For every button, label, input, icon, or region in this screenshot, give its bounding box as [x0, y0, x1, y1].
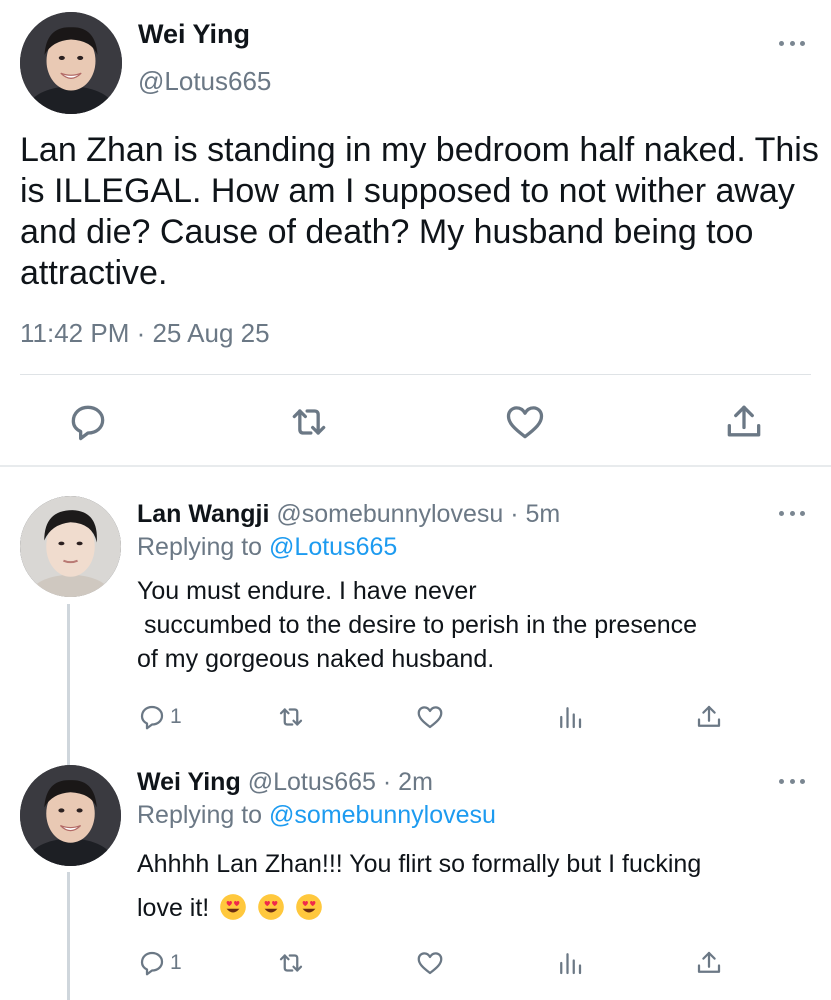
like-icon[interactable]	[503, 400, 547, 444]
avatar-image	[20, 496, 121, 597]
reply-text-line: of my gorgeous naked husband.	[137, 645, 495, 673]
reply-time[interactable]: · 5m	[510, 500, 560, 528]
avatar-wei-ying[interactable]	[20, 765, 121, 866]
more-options-icon[interactable]	[779, 776, 805, 786]
reply-header: Lan Wangji @somebunnylovesu · 5m	[137, 500, 560, 529]
share-icon[interactable]	[722, 400, 766, 444]
share-button[interactable]	[694, 701, 724, 733]
heart-eyes-emoji	[257, 893, 285, 921]
reply-button[interactable]: 1	[137, 947, 182, 979]
section-divider	[0, 465, 831, 467]
author-handle[interactable]: @Lotus665	[248, 768, 376, 796]
retweet-icon	[279, 708, 303, 726]
retweet-button[interactable]	[276, 947, 306, 979]
retweet-button[interactable]	[276, 701, 306, 733]
replying-to-link[interactable]: @Lotus665	[269, 533, 397, 561]
reply-text-line: succumbed to the desire to perish in the…	[137, 611, 698, 639]
retweet-icon[interactable]	[287, 400, 331, 444]
reply-time[interactable]: · 2m	[383, 768, 433, 796]
avatar-wei-ying[interactable]	[20, 12, 122, 114]
analytics-button[interactable]	[555, 947, 585, 979]
heart-eyes-emoji	[295, 893, 323, 921]
reply-text-line: You must endure. I have never	[137, 577, 477, 605]
reply-text-line-emoji: love it!	[137, 886, 817, 930]
replying-to-label: Replying to	[137, 533, 270, 561]
author-name[interactable]: Wei Ying	[137, 768, 241, 796]
more-options-icon[interactable]	[779, 508, 805, 518]
like-icon	[417, 706, 443, 729]
thread-line	[67, 604, 70, 752]
avatar-image	[20, 12, 122, 114]
replying-to-link[interactable]: @somebunnylovesu	[269, 801, 496, 829]
thread-line	[67, 740, 70, 765]
replying-to: Replying to @somebunnylovesu	[137, 801, 496, 830]
heart-eyes-emoji	[219, 893, 247, 921]
reply-header: Wei Ying @Lotus665 · 2m	[137, 768, 433, 797]
reply-icon	[140, 705, 164, 730]
like-button[interactable]	[415, 947, 445, 979]
author-name[interactable]: Wei Ying	[138, 19, 250, 50]
reply-button[interactable]: 1	[137, 701, 182, 733]
retweet-icon	[279, 954, 303, 972]
more-options-icon[interactable]	[779, 38, 805, 48]
analytics-icon	[560, 707, 582, 729]
author-handle[interactable]: @Lotus665	[138, 66, 271, 97]
tweet-timestamp[interactable]: 11:42 PM · 25 Aug 25	[20, 318, 270, 349]
analytics-icon	[560, 953, 582, 975]
reply-icon[interactable]	[66, 400, 110, 444]
avatar-image	[20, 765, 121, 866]
reply-icon	[140, 951, 164, 976]
reply-text-line: Ahhhh Lan Zhan!!! You flirt so formally …	[137, 850, 702, 878]
author-handle[interactable]: @somebunnylovesu	[276, 500, 503, 528]
like-button[interactable]	[415, 701, 445, 733]
reply-text-line: love it!	[137, 894, 210, 922]
share-button[interactable]	[694, 947, 724, 979]
avatar-lan-wangji[interactable]	[20, 496, 121, 597]
divider	[20, 374, 811, 375]
reply-text: Ahhhh Lan Zhan!!! You flirt so formally …	[137, 842, 817, 930]
reply-count: 1	[170, 951, 182, 974]
share-icon	[697, 951, 721, 973]
reply-count: 1	[170, 705, 182, 728]
author-name[interactable]: Lan Wangji	[137, 500, 269, 528]
thread-line	[67, 872, 70, 1000]
like-icon	[417, 952, 443, 975]
analytics-button[interactable]	[555, 701, 585, 733]
share-icon	[697, 705, 721, 727]
replying-to: Replying to @Lotus665	[137, 533, 397, 562]
tweet-text: Lan Zhan is standing in my bedroom half …	[20, 131, 819, 292]
replying-to-label: Replying to	[137, 801, 270, 829]
reply-text: You must endure. I have never succumbed …	[137, 574, 817, 676]
